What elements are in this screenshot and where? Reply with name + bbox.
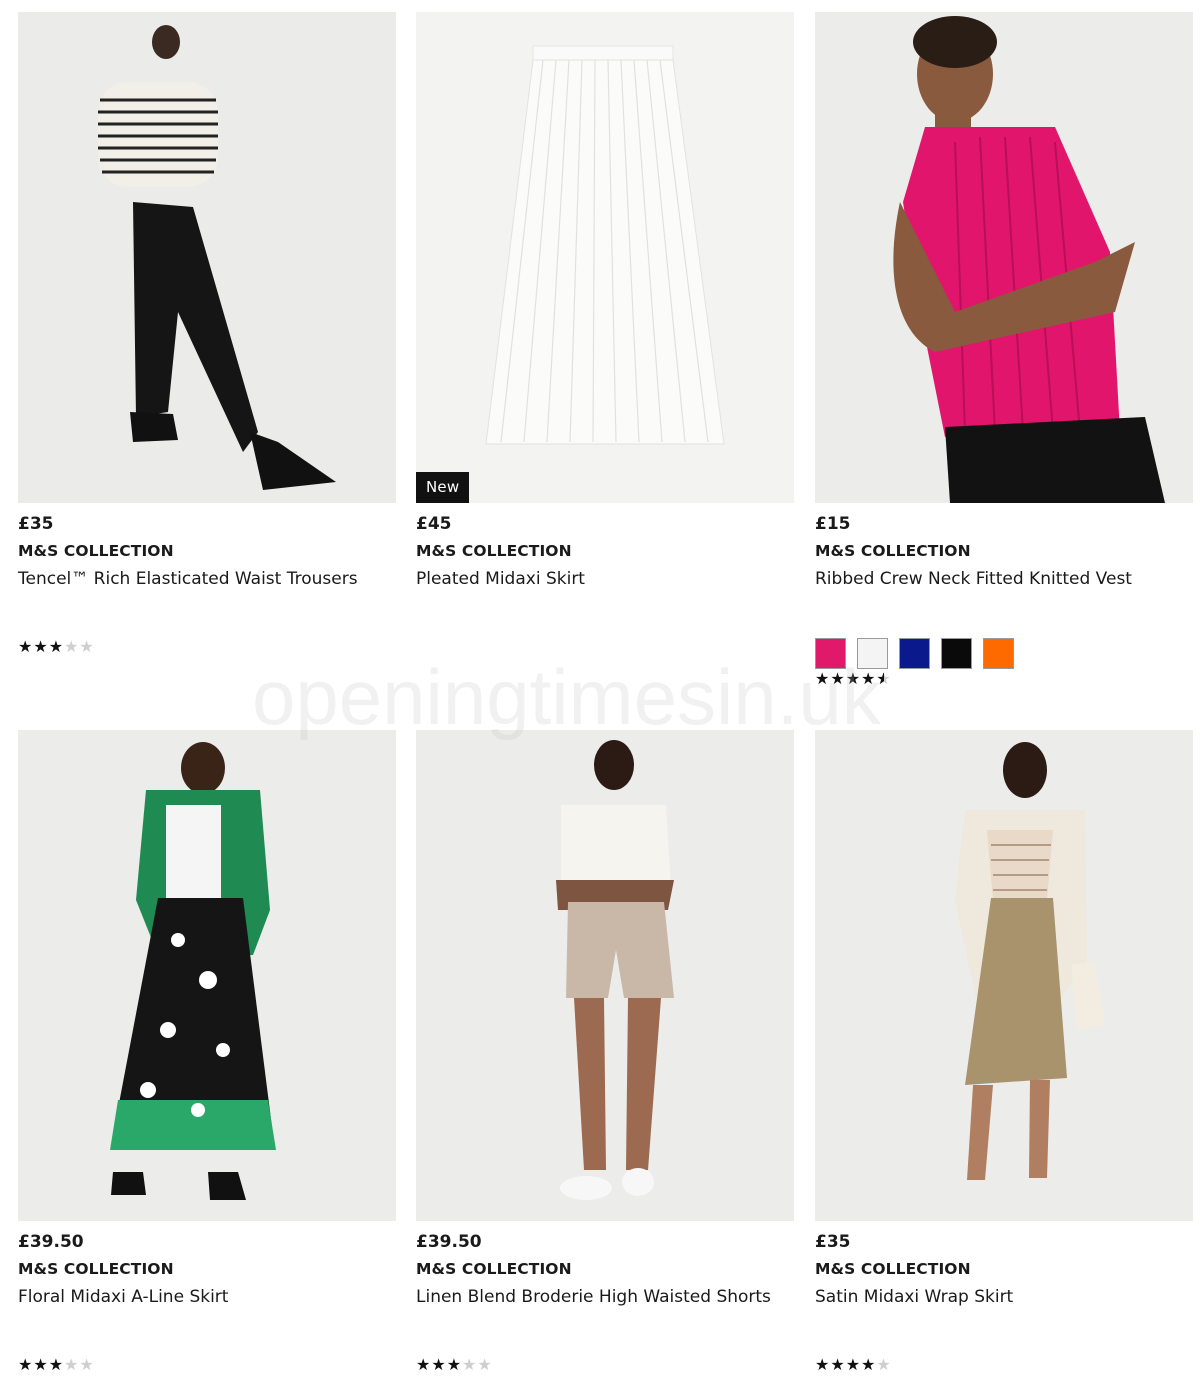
product-image[interactable]	[815, 12, 1193, 503]
star-filled-icon: ★	[33, 637, 49, 656]
product-title[interactable]: Satin Midaxi Wrap Skirt	[815, 1286, 1193, 1308]
star-filled-icon: ★	[845, 669, 862, 688]
star-filled-icon: ★	[48, 637, 65, 656]
product-title[interactable]: Floral Midaxi A-Line Skirt	[18, 1286, 396, 1308]
product-price: £15	[815, 514, 851, 534]
product-photo-satin-skirt	[815, 730, 1193, 1221]
star-empty-icon: ★	[477, 1355, 493, 1374]
star-filled-icon: ★	[48, 1355, 65, 1374]
rating-stars: ★★★★★	[18, 1356, 95, 1374]
product-card[interactable]: £39.50 M&S COLLECTION Floral Midaxi A-Li…	[18, 730, 396, 1374]
product-price: £35	[815, 1232, 851, 1252]
star-filled-icon: ★	[416, 1355, 432, 1374]
product-brand: M&S COLLECTION	[18, 1260, 174, 1278]
colour-swatch-white[interactable]	[857, 638, 888, 669]
colour-swatches	[815, 638, 1014, 669]
star-filled-icon: ★	[815, 669, 831, 688]
product-image[interactable]: New	[416, 12, 794, 503]
rating-stars: ★★★★★	[18, 638, 95, 656]
rating-stars: ★★★★★	[815, 1356, 892, 1374]
product-image[interactable]	[18, 12, 396, 503]
product-image[interactable]	[815, 730, 1193, 1221]
star-filled-icon: ★	[830, 669, 846, 688]
product-brand: M&S COLLECTION	[416, 542, 572, 560]
product-price: £45	[416, 514, 452, 534]
product-brand: M&S COLLECTION	[416, 1260, 572, 1278]
star-filled-icon: ★	[815, 1355, 831, 1374]
star-filled-icon: ★	[446, 1355, 463, 1374]
product-brand: M&S COLLECTION	[18, 542, 174, 560]
star-empty-icon: ★	[64, 637, 80, 656]
star-filled-icon: ★	[861, 1355, 877, 1374]
product-price: £39.50	[18, 1232, 84, 1252]
product-card[interactable]: New £45 M&S COLLECTION Pleated Midaxi Sk…	[416, 12, 794, 590]
star-filled-icon: ★	[18, 637, 34, 656]
colour-swatch-navy[interactable]	[899, 638, 930, 669]
product-brand: M&S COLLECTION	[815, 1260, 971, 1278]
colour-swatch-pink[interactable]	[815, 638, 846, 669]
product-photo-linen-shorts	[416, 730, 794, 1221]
product-card[interactable]: £35 M&S COLLECTION Satin Midaxi Wrap Ski…	[815, 730, 1193, 1374]
product-image[interactable]	[18, 730, 396, 1221]
star-filled-icon: ★	[861, 669, 877, 688]
product-photo-pleated-skirt	[416, 12, 794, 503]
product-photo-floral-skirt	[18, 730, 396, 1221]
product-price: £35	[18, 514, 54, 534]
star-empty-icon: ★	[64, 1355, 80, 1374]
star-filled-icon: ★	[830, 1355, 846, 1374]
star-empty-icon: ★	[79, 1355, 95, 1374]
new-badge: New	[416, 472, 470, 503]
rating-stars: ★★★★★	[416, 1356, 493, 1374]
product-title[interactable]: Ribbed Crew Neck Fitted Knitted Vest	[815, 568, 1193, 590]
product-title[interactable]: Tencel™ Rich Elasticated Waist Trousers	[18, 568, 396, 590]
product-image[interactable]	[416, 730, 794, 1221]
product-brand: M&S COLLECTION	[815, 542, 971, 560]
star-half-icon: ★	[876, 670, 891, 689]
rating-stars: ★★★★★	[815, 669, 892, 689]
product-title[interactable]: Pleated Midaxi Skirt	[416, 568, 794, 590]
colour-swatch-black[interactable]	[941, 638, 972, 669]
star-filled-icon: ★	[33, 1355, 49, 1374]
star-filled-icon: ★	[18, 1355, 34, 1374]
star-empty-icon: ★	[462, 1355, 478, 1374]
colour-swatch-orange[interactable]	[983, 638, 1014, 669]
star-filled-icon: ★	[431, 1355, 447, 1374]
product-title[interactable]: Linen Blend Broderie High Waisted Shorts	[416, 1286, 794, 1308]
product-card[interactable]: £15 M&S COLLECTION Ribbed Crew Neck Fitt…	[815, 12, 1193, 688]
product-photo-knitted-vest	[815, 12, 1193, 503]
product-card[interactable]: £39.50 M&S COLLECTION Linen Blend Broder…	[416, 730, 794, 1374]
star-filled-icon: ★	[845, 1355, 862, 1374]
star-empty-icon: ★	[79, 637, 95, 656]
star-empty-icon: ★	[876, 1355, 892, 1374]
product-price: £39.50	[416, 1232, 482, 1252]
product-photo-trousers	[18, 12, 396, 503]
product-card[interactable]: £35 M&S COLLECTION Tencel™ Rich Elastica…	[18, 12, 396, 656]
